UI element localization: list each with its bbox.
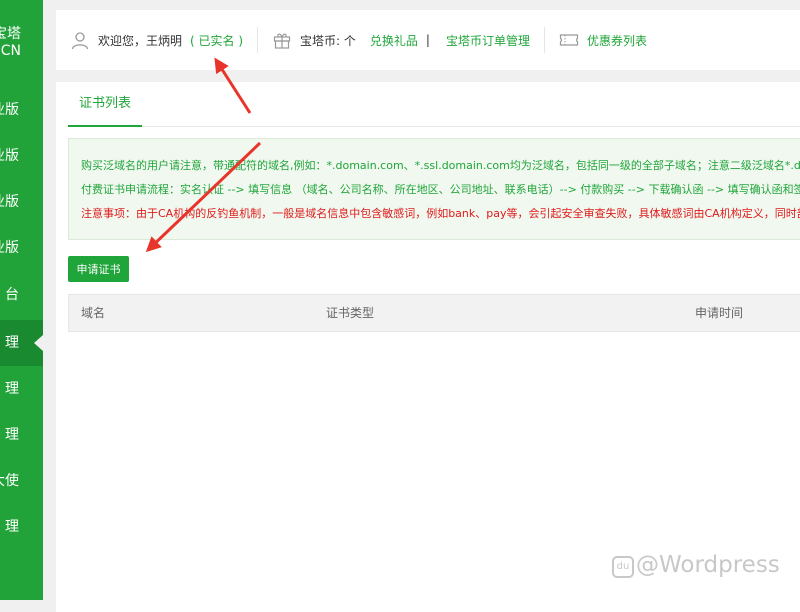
tab-certificate-list[interactable]: 证书列表 bbox=[68, 82, 142, 127]
sidebar-item-6-active[interactable]: 理 bbox=[0, 320, 19, 366]
sidebar-item-7[interactable]: 理 bbox=[0, 366, 19, 412]
tab-bar: 证书列表 bbox=[68, 82, 800, 127]
notice-warning: 注意事项：由于CA机构的反钓鱼机制，一般是域名信息中包含敏感词，例如bank、p… bbox=[81, 207, 800, 220]
main-panel: 证书列表 购买泛域名的用户请注意，带通配符的域名,例如：*.domain.com… bbox=[56, 82, 800, 612]
sidebar-item-4[interactable]: 企业版 bbox=[0, 225, 19, 271]
user-icon bbox=[70, 30, 90, 50]
apply-certificate-button[interactable]: 申请证书 bbox=[68, 256, 129, 282]
user-bar: 欢迎您，王炳明 ( 已实名 ) 宝塔币: 个 兑换礼品 | 宝塔币订单管理 优惠… bbox=[56, 10, 800, 70]
brand-logo[interactable]: 宝塔 CN bbox=[0, 26, 21, 60]
sidebar-item-2[interactable]: 业版 bbox=[0, 133, 19, 179]
coin-label: 宝塔币: 个 bbox=[300, 33, 356, 48]
coin-orders-link[interactable]: 宝塔币订单管理 bbox=[446, 32, 530, 49]
watermark-text: @Wordpress bbox=[636, 552, 780, 578]
coupon-list-link[interactable]: 优惠券列表 bbox=[587, 32, 647, 49]
sidebar-item-3[interactable]: 专业版 bbox=[0, 179, 19, 225]
coin-section: 宝塔币: 个 兑换礼品 | 宝塔币订单管理 bbox=[258, 10, 544, 70]
sidebar-item-5[interactable]: 台 bbox=[0, 272, 19, 318]
watermark-badge: du bbox=[612, 556, 634, 578]
coupon-section: 优惠券列表 bbox=[545, 10, 661, 70]
user-info: 欢迎您，王炳明 ( 已实名 ) bbox=[56, 10, 257, 70]
gift-icon bbox=[272, 30, 292, 50]
active-caret-icon bbox=[34, 335, 43, 351]
notice-wildcard: 购买泛域名的用户请注意，带通配符的域名,例如：*.domain.com、*.ss… bbox=[81, 159, 800, 172]
notice-process: 付费证书申请流程：实名认证 --> 填写信息 （域名、公司名称、所在地区、公司地… bbox=[81, 183, 800, 196]
sidebar-item-1[interactable]: 业版 bbox=[0, 87, 19, 133]
column-apply-time[interactable]: 申请时间 bbox=[695, 295, 743, 331]
redeem-gift-link[interactable]: 兑换礼品 bbox=[370, 32, 418, 49]
notice-box: 购买泛域名的用户请注意，带通配符的域名,例如：*.domain.com、*.ss… bbox=[68, 138, 800, 240]
column-cert-type[interactable]: 证书类型 bbox=[326, 295, 374, 331]
watermark: du @Wordpress bbox=[612, 552, 780, 578]
link-separator: | bbox=[425, 33, 430, 47]
welcome-text: 欢迎您，王炳明 bbox=[98, 33, 183, 48]
coupon-icon bbox=[559, 30, 579, 50]
table-header: 域名 证书类型 申请时间 bbox=[68, 294, 800, 332]
sidebar: 宝塔 CN 业版 业版 专业版 企业版 台 理 理 理 大使 理 bbox=[0, 0, 43, 600]
sidebar-item-8[interactable]: 理 bbox=[0, 412, 19, 458]
column-domain[interactable]: 域名 bbox=[81, 295, 105, 331]
brand-line-1: 宝塔 bbox=[0, 26, 21, 42]
sidebar-item-9[interactable]: 大使 bbox=[0, 458, 19, 504]
verified-status: ( 已实名 ) bbox=[190, 33, 244, 48]
sidebar-item-10[interactable]: 理 bbox=[0, 504, 19, 550]
brand-line-2: CN bbox=[0, 43, 21, 59]
